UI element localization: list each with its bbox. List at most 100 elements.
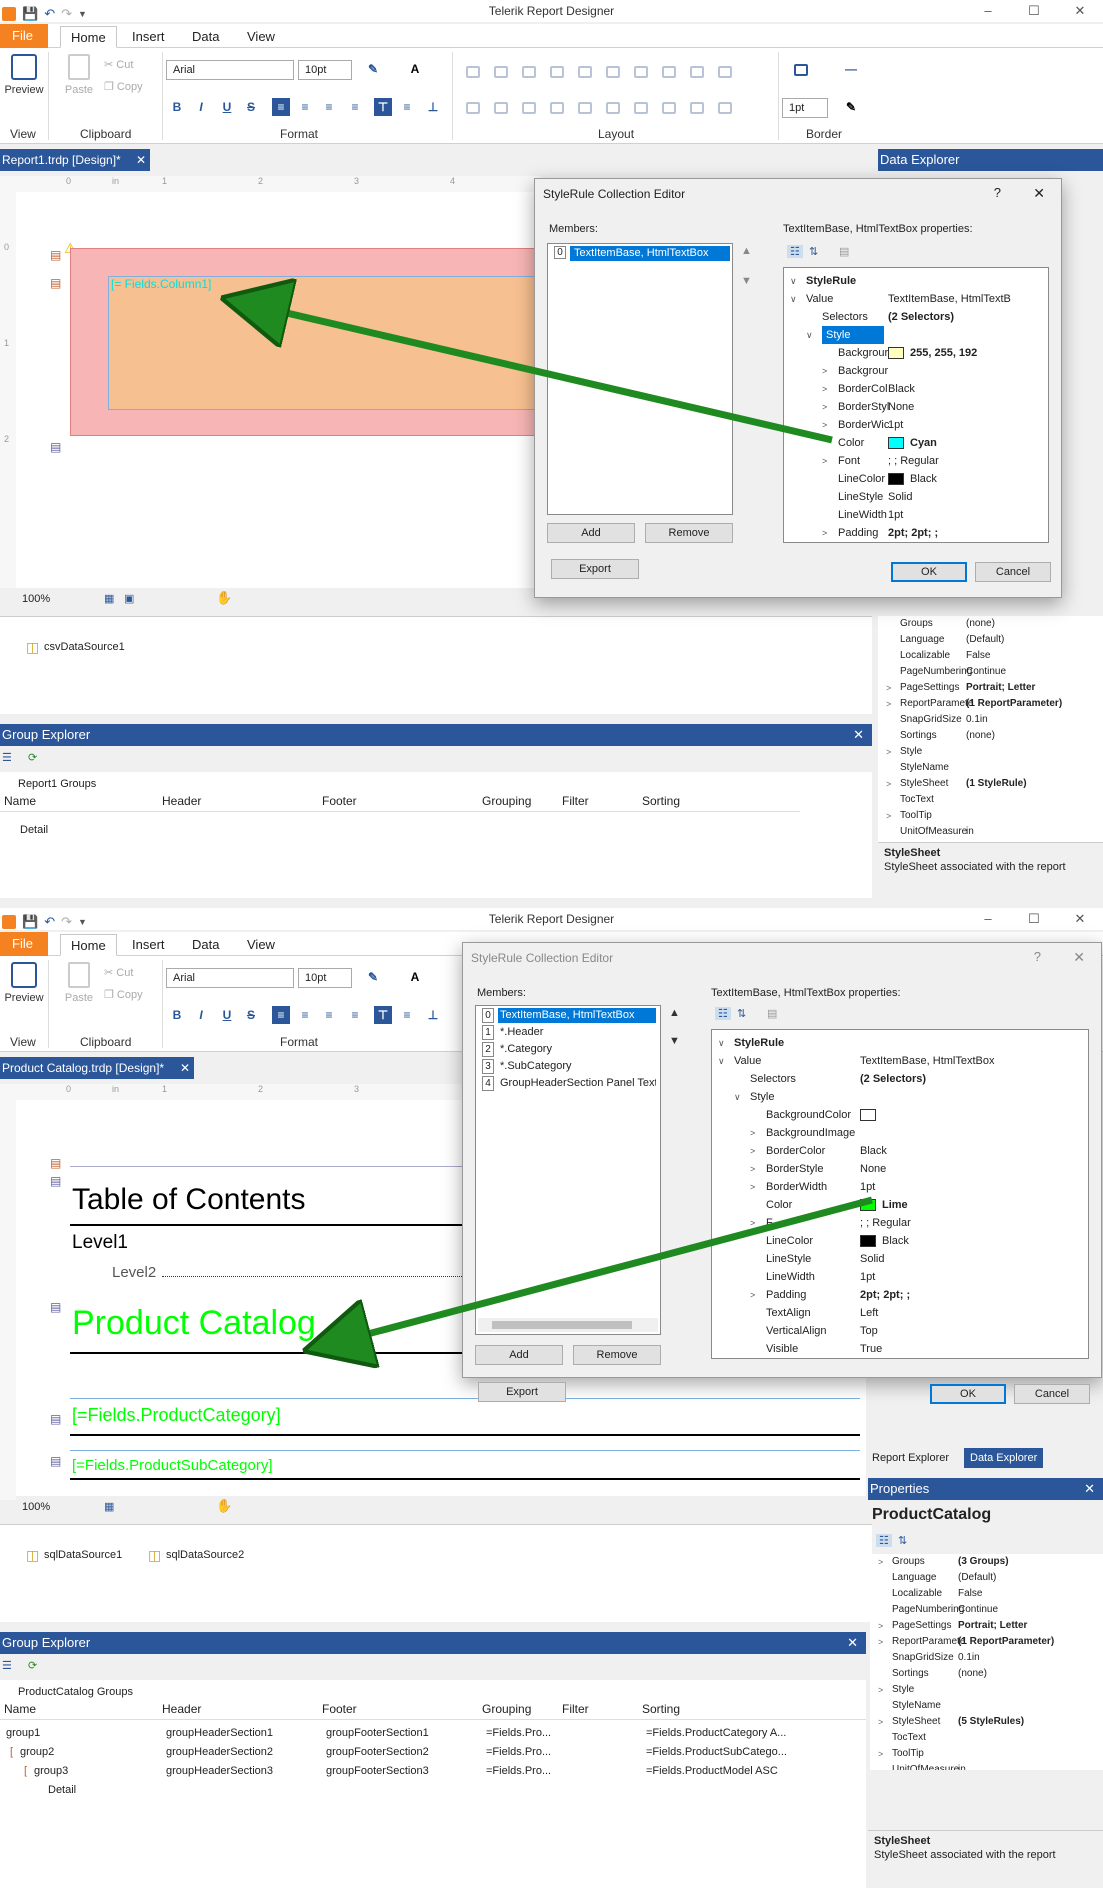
dialog-property-row[interactable]: > BorderStyl None [784, 398, 1048, 416]
align-center-icon[interactable]: ≡ [296, 98, 314, 116]
copy-button[interactable]: ❐ Copy [104, 80, 143, 93]
col-grouping[interactable]: Grouping [482, 1702, 531, 1716]
toolbar-icon[interactable]: ☰ [2, 1659, 12, 1672]
col-filter[interactable]: Filter [562, 794, 589, 808]
expand-icon[interactable]: > [878, 1634, 883, 1650]
dialog-property-value-cell[interactable]: Black [888, 470, 937, 488]
zoom-select[interactable]: 100% [22, 1501, 50, 1513]
dialog-property-value-cell[interactable]: Lime [860, 1196, 908, 1214]
maximize-button[interactable]: ☐ [1011, 0, 1057, 22]
dialog-export-button[interactable]: Export [478, 1382, 566, 1402]
expand-icon[interactable]: > [750, 1286, 755, 1304]
tab-data-explorer[interactable]: Data Explorer [964, 1448, 1044, 1468]
dialog-property-row[interactable]: VerticalAlign Top [712, 1322, 1088, 1340]
layout-align-icon[interactable] [550, 66, 564, 78]
justify-icon[interactable]: ≡ [346, 98, 364, 116]
property-value[interactable]: in [958, 1762, 966, 1770]
dialog-property-value-cell[interactable]: 1pt [888, 416, 903, 434]
col-grouping[interactable]: Grouping [482, 794, 531, 808]
tab-insert[interactable]: Insert [122, 934, 175, 956]
minimize-button[interactable]: – [965, 0, 1011, 22]
close-panel-icon[interactable]: ✕ [847, 1632, 858, 1654]
property-value[interactable]: (1 ReportParameter) [958, 1634, 1054, 1650]
property-row[interactable]: > ReportParamete (1 ReportParameter) [870, 1634, 1103, 1650]
close-panel-icon[interactable]: ✕ [853, 724, 864, 746]
property-row[interactable]: Sortings (none) [870, 1666, 1103, 1682]
layout-align-icon[interactable] [466, 66, 480, 78]
font-size-select[interactable]: 10pt [298, 968, 352, 988]
align-middle-icon[interactable]: ≡ [398, 98, 416, 116]
dialog-property-row[interactable]: Color Lime [712, 1196, 1088, 1214]
dialog-close-button[interactable]: ✕ [1073, 949, 1085, 966]
dialog-property-value-cell[interactable]: TextItemBase, HtmlTextBox [860, 1052, 995, 1070]
property-row[interactable]: > Groups (3 Groups) [870, 1554, 1103, 1570]
tab-data[interactable]: Data [182, 26, 229, 48]
col-footer[interactable]: Footer [322, 794, 357, 808]
tab-data[interactable]: Data [182, 934, 229, 956]
expand-icon[interactable]: > [750, 1142, 755, 1160]
dialog-property-value-cell[interactable]: ; ; Regular [860, 1214, 911, 1232]
property-row[interactable]: StyleName [870, 1698, 1103, 1714]
dialog-property-row[interactable]: > Padding 2pt; 2pt; ; [784, 524, 1048, 542]
save-icon[interactable]: 💾 [22, 3, 38, 25]
dialog-property-row[interactable]: LineColor Black [712, 1232, 1088, 1250]
tab-insert[interactable]: Insert [122, 26, 175, 48]
dialog-property-value-cell[interactable]: ; ; Regular [888, 452, 939, 470]
dialog-property-row[interactable]: > BorderWidth 1pt [712, 1178, 1088, 1196]
tab-file[interactable]: File [0, 932, 48, 956]
property-value[interactable]: (Default) [966, 632, 1004, 648]
undo-icon[interactable]: ↶ [44, 911, 55, 933]
highlight-color-icon[interactable]: ✎ [364, 968, 382, 986]
property-row[interactable]: StyleName [878, 760, 1103, 776]
members-list[interactable]: 0 TextItemBase, HtmlTextBox 1 *.Header 2 *.Ca… [475, 1005, 661, 1335]
refresh-icon[interactable]: ⟳ [28, 1659, 37, 1672]
property-value[interactable]: (5 StyleRules) [958, 1714, 1024, 1730]
collapse-icon[interactable]: ∨ [806, 326, 813, 344]
dialog-property-row[interactable]: > F ; ; Regular [712, 1214, 1088, 1232]
dialog-property-row[interactable]: Visible True [712, 1340, 1088, 1358]
tab-view[interactable]: View [237, 26, 285, 48]
dialog-property-value-cell[interactable]: 1pt [888, 506, 903, 524]
dialog-property-value-cell[interactable] [860, 1106, 882, 1124]
property-grid[interactable]: ∨ StyleRule ∨ Value TextItemBase, HtmlTextB S… [783, 267, 1049, 543]
layout-size-icon[interactable] [634, 66, 648, 78]
dialog-property-row[interactable]: LineWidth 1pt [784, 506, 1048, 524]
layout-space-icon[interactable] [466, 102, 480, 114]
property-row[interactable]: > PageSettings Portrait; Letter [870, 1618, 1103, 1634]
dialog-property-row[interactable]: TextAlign Left [712, 1304, 1088, 1322]
col-filter[interactable]: Filter [562, 1702, 589, 1716]
paste-button[interactable]: Paste [62, 962, 96, 1004]
dialog-property-row[interactable]: BackgroundColor [712, 1106, 1088, 1124]
dialog-property-value-cell[interactable]: 2pt; 2pt; ; [888, 524, 938, 542]
redo-icon[interactable]: ↷ [61, 3, 72, 25]
list-hscrollbar[interactable] [478, 1318, 658, 1332]
grid-icon[interactable]: ▦ [104, 1500, 114, 1513]
property-value[interactable]: Continue [958, 1602, 998, 1618]
layout-size-icon[interactable] [718, 66, 732, 78]
redo-icon[interactable]: ↷ [61, 911, 72, 933]
bold-icon[interactable]: B [168, 98, 186, 116]
italic-icon[interactable]: I [192, 1006, 210, 1024]
property-row[interactable]: UnitOfMeasure in [878, 824, 1103, 840]
expand-icon[interactable]: > [822, 362, 827, 380]
dialog-property-value-cell[interactable]: 2pt; 2pt; ; [860, 1286, 910, 1304]
align-right-icon[interactable]: ≡ [320, 98, 338, 116]
datasource-item[interactable]: sqlDataSource2 [166, 1549, 244, 1561]
collapse-icon[interactable]: ∨ [790, 272, 797, 290]
table-row[interactable]: Detail [20, 824, 48, 836]
layout-space-icon[interactable] [578, 102, 592, 114]
expand-icon[interactable]: > [886, 744, 891, 760]
dialog-property-row[interactable]: ∨ Style [784, 326, 1048, 344]
property-value[interactable]: Portrait; Letter [966, 680, 1035, 696]
align-middle-icon[interactable]: ≡ [398, 1006, 416, 1024]
scroll-thumb[interactable] [492, 1321, 632, 1329]
close-tab-icon[interactable]: ✕ [180, 1057, 190, 1079]
align-left-icon[interactable]: ≡ [272, 98, 290, 116]
layout-space-icon[interactable] [662, 102, 676, 114]
customize-qat-icon[interactable]: ▼ [78, 3, 87, 25]
dialog-property-row[interactable]: ∨ StyleRule [712, 1034, 1088, 1052]
property-value[interactable]: (1 StyleRule) [966, 776, 1027, 792]
dialog-property-row[interactable]: > BorderStyle None [712, 1160, 1088, 1178]
cancel-button[interactable]: Cancel [1014, 1384, 1090, 1404]
datasource-item[interactable]: sqlDataSource1 [44, 1549, 122, 1561]
